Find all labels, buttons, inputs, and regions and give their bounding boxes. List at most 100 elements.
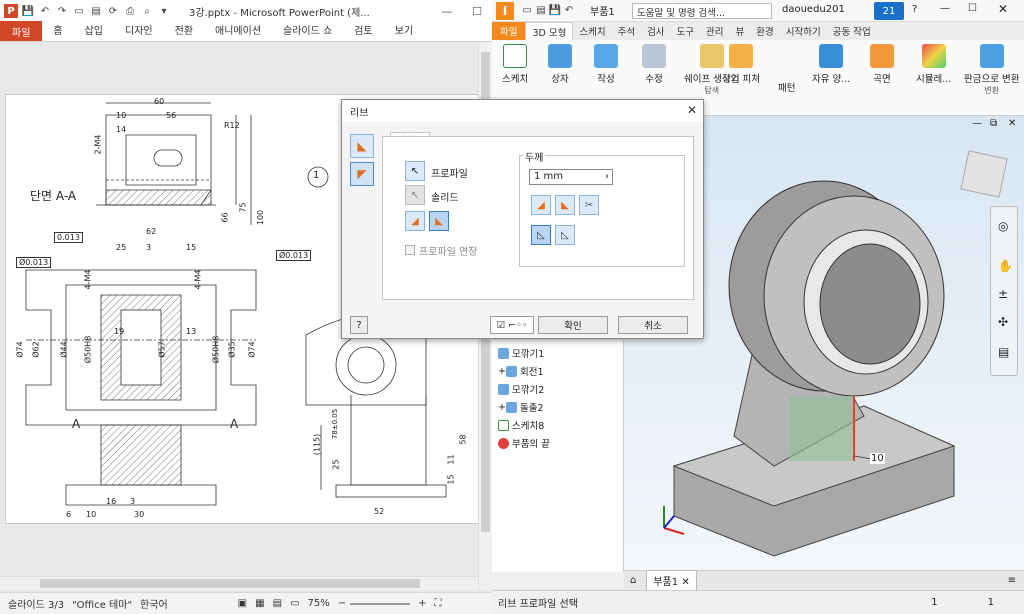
thickness-symmetric-button[interactable]: ✂	[579, 195, 599, 215]
inv-minimize-icon[interactable]: —	[940, 3, 950, 14]
find-icon[interactable]: ⌕	[140, 4, 154, 18]
pan-icon[interactable]: ✋	[998, 259, 1013, 273]
solid-select-button[interactable]: ↖	[405, 185, 425, 205]
browser-item-end-of-part[interactable]: 부품의 끝	[498, 436, 550, 450]
new-icon[interactable]: ▭	[72, 4, 86, 18]
save-icon[interactable]: 💾	[21, 4, 35, 18]
pp-tab-home[interactable]: 홈	[42, 22, 73, 41]
inv-tab-view[interactable]: 뷰	[730, 24, 751, 38]
pp-horizontal-scrollbar[interactable]	[0, 576, 478, 590]
pp-zoom-in-icon[interactable]: +	[418, 598, 426, 609]
inv-maximize-icon[interactable]: ☐	[968, 3, 977, 14]
open-icon[interactable]: ▤	[89, 4, 103, 18]
rib-type-parallel-button[interactable]: ◣	[350, 134, 374, 158]
inv-new-icon[interactable]: ▭	[520, 4, 534, 18]
browser-item-fillet2[interactable]: 모깎기2	[498, 382, 544, 396]
profile-select-button[interactable]: ↖	[405, 161, 425, 181]
customize-icon[interactable]: ▾	[157, 4, 171, 18]
pp-tab-slideshow[interactable]: 슬라이드 쇼	[272, 22, 343, 41]
ribbon-create-button[interactable]: 작성	[594, 44, 618, 85]
inv-help-icon[interactable]: ?	[912, 4, 917, 15]
pp-maximize-icon[interactable]: ☐	[462, 0, 492, 22]
doc-tab-part1[interactable]: 부품1 ✕	[646, 570, 697, 591]
browser-item-sketch8[interactable]: 스케치8	[498, 418, 544, 432]
ribbon-sketch-button[interactable]: 스케치	[502, 44, 528, 85]
inventor-logo-icon[interactable]: I	[496, 1, 514, 20]
pp-sorter-view-icon[interactable]: ▦	[255, 598, 264, 609]
browser-item-revolve1[interactable]: + 회전1	[498, 364, 544, 378]
thickness-input[interactable]: 1 mm ›	[529, 169, 613, 185]
browser-item-fillet1[interactable]: 모깎기1	[498, 346, 544, 360]
extend-profile-checkbox[interactable]	[405, 245, 415, 255]
pp-tab-design[interactable]: 디자인	[114, 22, 164, 41]
inv-tab-get-started[interactable]: 시작하기	[780, 24, 827, 38]
doc-tab-close-icon[interactable]: ✕	[681, 577, 689, 588]
inv-undo-icon[interactable]: ↶	[562, 4, 576, 18]
steering-wheel-icon[interactable]: ◎	[998, 219, 1008, 233]
inv-tab-sketch[interactable]: 스케치	[573, 24, 611, 38]
extent-to-next-button[interactable]: ◺	[531, 225, 551, 245]
ribbon-work-feature-button[interactable]: 작업 피쳐	[722, 44, 760, 85]
pp-tab-animation[interactable]: 애니메이션	[204, 22, 272, 41]
print-icon[interactable]: ⎙	[123, 4, 137, 18]
inv-tab-tools[interactable]: 도구	[671, 24, 700, 38]
viewport-close-icon[interactable]: ✕	[1008, 118, 1016, 129]
inv-tab-file[interactable]: 파일	[492, 22, 526, 40]
zoom-icon[interactable]: ±	[998, 287, 1008, 301]
preview-toggle[interactable]: ☑ ⌐◦◦	[490, 316, 534, 334]
viewport-restore-icon[interactable]: ⧉	[990, 118, 997, 129]
inv-tab-environment[interactable]: 환경	[750, 24, 779, 38]
inv-help-search[interactable]: 도움말 및 명령 검색...	[632, 3, 772, 19]
ribbon-simulation-button[interactable]: 시뮬레...	[916, 44, 951, 85]
extent-finite-button[interactable]: ◺	[555, 225, 575, 245]
browser-item-extrude2[interactable]: + 돌출2	[498, 400, 544, 414]
ribbon-box-button[interactable]: 상자	[548, 44, 572, 85]
pp-tab-view[interactable]: 보기	[384, 22, 424, 41]
inv-close-icon[interactable]: ✕	[998, 2, 1008, 16]
inv-tab-annotate[interactable]: 주석	[612, 24, 641, 38]
dialog-close-icon[interactable]: ✕	[687, 103, 697, 117]
inv-tab-inspect[interactable]: 검사	[641, 24, 670, 38]
inv-open-icon[interactable]: ▤	[534, 4, 548, 18]
inv-notification-badge[interactable]: 21	[874, 2, 904, 20]
cancel-button[interactable]: 취소	[618, 316, 688, 334]
pp-tab-insert[interactable]: 삽입	[74, 22, 114, 41]
pp-zoom-level[interactable]: 75%	[307, 598, 329, 609]
ribbon-freeform-button[interactable]: 자유 양...	[812, 44, 850, 85]
viewcube[interactable]	[960, 150, 1008, 198]
home-icon[interactable]: ⌂	[630, 575, 636, 586]
pp-minimize-icon[interactable]: —	[432, 0, 462, 22]
inv-user-account[interactable]: daouedu201	[782, 4, 845, 15]
direction-2-button[interactable]: ◣	[429, 211, 449, 231]
pp-tab-file[interactable]: 파일	[0, 21, 43, 41]
orbit-icon[interactable]: ✣	[998, 315, 1008, 329]
pp-zoom-out-icon[interactable]: −	[338, 598, 346, 609]
pp-fit-icon[interactable]: ⛶	[434, 598, 441, 609]
inv-tab-3d-model[interactable]: 3D 모형	[525, 22, 574, 40]
pp-zoom-slider[interactable]	[350, 602, 411, 605]
thickness-expand-icon[interactable]: ›	[605, 171, 609, 182]
viewport-minimize-icon[interactable]: —	[972, 118, 982, 129]
thickness-side-1-button[interactable]: ◢	[531, 195, 551, 215]
rib-type-normal-button[interactable]: ◤	[350, 162, 374, 186]
thickness-side-2-button[interactable]: ◣	[555, 195, 575, 215]
doc-tabs-menu-icon[interactable]: ≡	[1008, 575, 1016, 586]
pp-tab-transition[interactable]: 전환	[164, 22, 204, 41]
ribbon-modify-button[interactable]: 수정	[642, 44, 666, 85]
expand-icon[interactable]: +	[498, 366, 506, 377]
pp-tab-review[interactable]: 검토	[343, 22, 383, 41]
pp-language-indicator[interactable]: 한국어	[140, 596, 168, 611]
look-at-icon[interactable]: ▤	[998, 345, 1009, 359]
refresh-icon[interactable]: ⟳	[106, 4, 120, 18]
ribbon-pattern-button[interactable]: 패턴	[778, 80, 795, 94]
redo-icon[interactable]: ↷	[55, 4, 69, 18]
dialog-help-button[interactable]: ?	[350, 316, 368, 334]
expand-icon[interactable]: +	[498, 402, 506, 413]
pp-normal-view-icon[interactable]: ▣	[238, 598, 247, 609]
preview-checkbox-icon[interactable]: ☑	[497, 320, 506, 331]
inv-tab-manage[interactable]: 관리	[700, 24, 729, 38]
ribbon-convert-sheetmetal-button[interactable]: 판금으로 변환 변환	[964, 44, 1019, 96]
ok-button[interactable]: 확인	[538, 316, 608, 334]
undo-icon[interactable]: ↶	[38, 4, 52, 18]
inv-save-icon[interactable]: 💾	[548, 4, 562, 18]
